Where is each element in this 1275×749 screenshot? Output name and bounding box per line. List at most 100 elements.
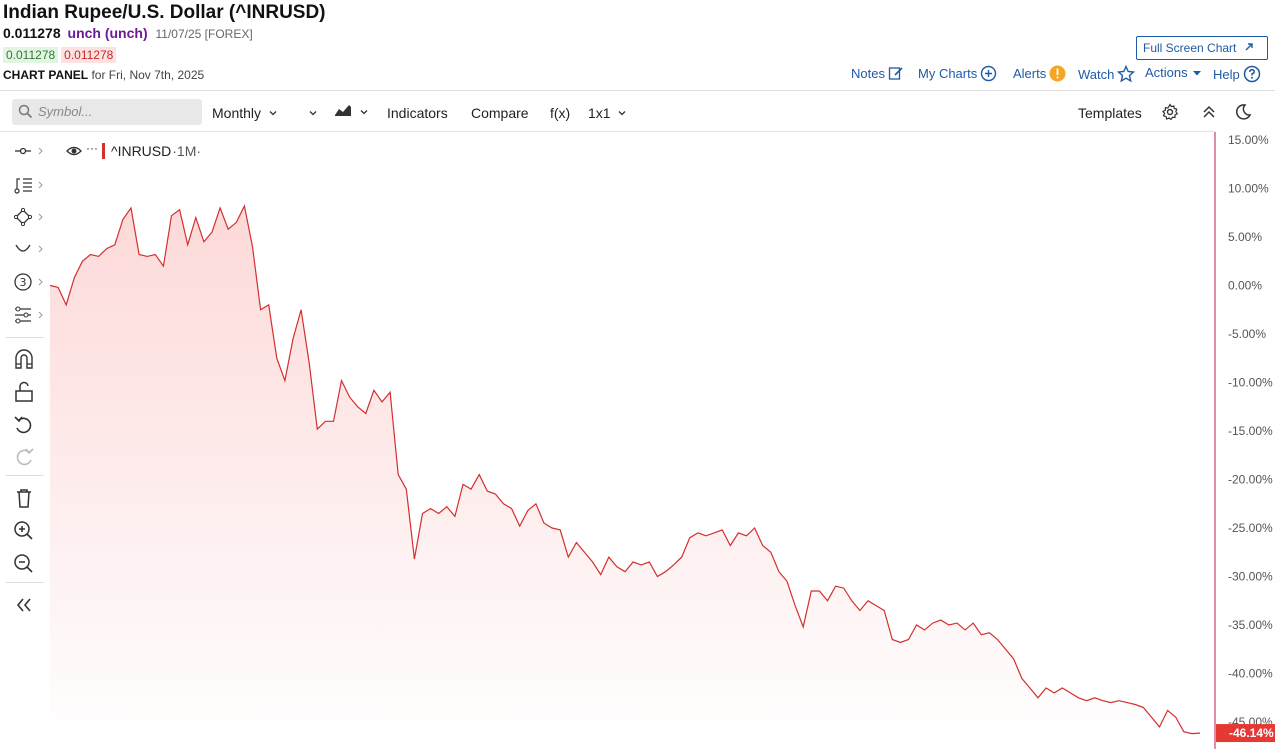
y-tick-label: 15.00% bbox=[1228, 133, 1269, 147]
y-tick-label: -20.00% bbox=[1228, 473, 1273, 487]
line-tool-button[interactable] bbox=[12, 142, 43, 164]
zoom-in-button[interactable] bbox=[12, 520, 42, 542]
y-tick-label: -5.00% bbox=[1228, 327, 1266, 341]
alerts-link[interactable]: Alerts bbox=[1013, 65, 1066, 82]
lock-icon bbox=[15, 381, 33, 402]
y-tick-label: -30.00% bbox=[1228, 570, 1273, 584]
more-options-icon[interactable]: ··· bbox=[86, 141, 98, 155]
redo-button[interactable] bbox=[12, 446, 42, 468]
bid-price: 0.011278 bbox=[3, 47, 59, 63]
dark-mode-button[interactable] bbox=[1234, 103, 1252, 124]
quote-date: 11/07/25 [FOREX] bbox=[155, 27, 253, 41]
price-area-fill bbox=[50, 206, 1200, 749]
series-color-swatch bbox=[102, 143, 105, 159]
zoom-out-button[interactable] bbox=[12, 553, 42, 575]
templates-button[interactable]: Templates bbox=[1078, 105, 1142, 121]
compare-button[interactable]: Compare bbox=[471, 105, 529, 121]
help-link[interactable]: Help bbox=[1213, 65, 1261, 83]
curve-tool-icon bbox=[15, 244, 43, 253]
pattern-tool-icon bbox=[15, 306, 43, 324]
shape-tool-icon bbox=[13, 207, 43, 227]
number-tool-button[interactable]: 3 bbox=[12, 272, 43, 294]
interval-dropdown[interactable]: Monthly bbox=[212, 105, 278, 121]
symbol-search-input[interactable]: Symbol... bbox=[12, 99, 202, 125]
header-divider bbox=[0, 90, 1275, 91]
my-charts-link[interactable]: My Charts bbox=[918, 65, 997, 82]
fib-tool-button[interactable] bbox=[12, 175, 43, 197]
layout-label: 1x1 bbox=[588, 105, 611, 121]
eye-icon[interactable] bbox=[66, 145, 82, 157]
indicators-button[interactable]: Indicators bbox=[387, 105, 448, 121]
y-tick-label: -25.00% bbox=[1228, 521, 1273, 535]
layout-dropdown[interactable]: 1x1 bbox=[588, 105, 627, 121]
full-screen-chart-button[interactable]: Full Screen Chart bbox=[1136, 36, 1268, 60]
y-tick-label: -10.00% bbox=[1228, 376, 1273, 390]
undo-button[interactable] bbox=[12, 414, 42, 436]
sidebar-divider bbox=[6, 582, 44, 583]
delete-button[interactable] bbox=[12, 487, 42, 509]
star-icon bbox=[1117, 65, 1136, 83]
bid-ask: 0.011278 0.011278 bbox=[3, 47, 117, 63]
undo-icon bbox=[14, 416, 32, 434]
area-chart-icon bbox=[335, 105, 351, 116]
edit-icon bbox=[888, 67, 903, 80]
price-chart[interactable]: 15.00% 10.00% 5.00% 0.00% -5.00% -10.00% -15.0… bbox=[48, 132, 1275, 749]
full-screen-label: Full Screen Chart bbox=[1143, 41, 1237, 55]
chevron-down-icon bbox=[269, 111, 277, 116]
last-value-label: -46.14% bbox=[1229, 726, 1274, 740]
help-icon bbox=[1243, 65, 1260, 83]
sidebar-divider bbox=[6, 337, 44, 338]
actions-menu[interactable]: Actions bbox=[1145, 65, 1203, 80]
zoom-out-icon bbox=[14, 554, 33, 573]
collapse-sidebar-button[interactable] bbox=[12, 594, 42, 616]
y-tick-label: -35.00% bbox=[1228, 618, 1273, 632]
gear-icon bbox=[1162, 103, 1179, 121]
pattern-tool-button[interactable] bbox=[12, 305, 43, 327]
y-tick-label: 5.00% bbox=[1228, 230, 1262, 244]
chevron-down-icon bbox=[360, 110, 368, 115]
notes-link[interactable]: Notes bbox=[851, 65, 904, 81]
series-legend: ··· ^INRUSD ·1M· bbox=[66, 141, 202, 159]
actions-label: Actions bbox=[1145, 65, 1188, 80]
magnet-icon bbox=[15, 349, 33, 369]
redo-icon bbox=[16, 448, 34, 466]
chart-type-chevron[interactable] bbox=[308, 105, 318, 121]
y-tick-label: -15.00% bbox=[1228, 424, 1273, 438]
panel-title: CHART PANEL bbox=[3, 68, 89, 82]
price-change: unch (unch) bbox=[67, 25, 148, 41]
double-chevron-up-icon bbox=[1203, 105, 1215, 118]
series-symbol: ^INRUSD bbox=[111, 143, 172, 159]
my-charts-label: My Charts bbox=[918, 66, 978, 81]
curve-tool-button[interactable] bbox=[12, 239, 43, 261]
search-icon bbox=[18, 104, 33, 119]
collapse-toolbar-button[interactable] bbox=[1202, 104, 1216, 123]
settings-button[interactable] bbox=[1161, 103, 1179, 124]
watch-link[interactable]: Watch bbox=[1078, 65, 1136, 83]
caret-down-icon bbox=[1192, 70, 1201, 75]
collapse-icon bbox=[16, 598, 31, 612]
lock-button[interactable] bbox=[12, 381, 42, 403]
line-tool-icon bbox=[15, 147, 43, 155]
page-title: Indian Rupee/U.S. Dollar (^INRUSD) bbox=[3, 2, 326, 23]
alert-icon bbox=[1049, 65, 1066, 82]
fx-button[interactable]: f(x) bbox=[550, 105, 570, 121]
last-value-badge: -46.14% bbox=[1216, 724, 1275, 743]
last-price: 0.011278 bbox=[3, 25, 61, 41]
plus-circle-icon bbox=[981, 65, 997, 82]
help-label: Help bbox=[1213, 66, 1240, 82]
watch-label: Watch bbox=[1078, 66, 1115, 82]
ask-price: 0.011278 bbox=[61, 47, 117, 63]
quote-header: Indian Rupee/U.S. Dollar (^INRUSD) 0.011… bbox=[0, 0, 1275, 90]
shape-tool-button[interactable] bbox=[12, 207, 43, 229]
zoom-in-icon bbox=[14, 521, 33, 540]
fib-tool-icon bbox=[14, 178, 43, 194]
interval-label: Monthly bbox=[212, 105, 262, 121]
series-interval: ·1M· bbox=[172, 143, 202, 159]
y-tick-label: 0.00% bbox=[1228, 279, 1262, 293]
chevron-down-icon bbox=[309, 111, 317, 116]
svg-text:3: 3 bbox=[20, 276, 27, 289]
magnet-button[interactable] bbox=[12, 348, 42, 370]
price-line: 0.011278 unch (unch) 11/07/25 [FOREX] bbox=[3, 25, 253, 41]
alerts-label: Alerts bbox=[1013, 66, 1047, 81]
chart-style-dropdown[interactable] bbox=[334, 103, 369, 120]
